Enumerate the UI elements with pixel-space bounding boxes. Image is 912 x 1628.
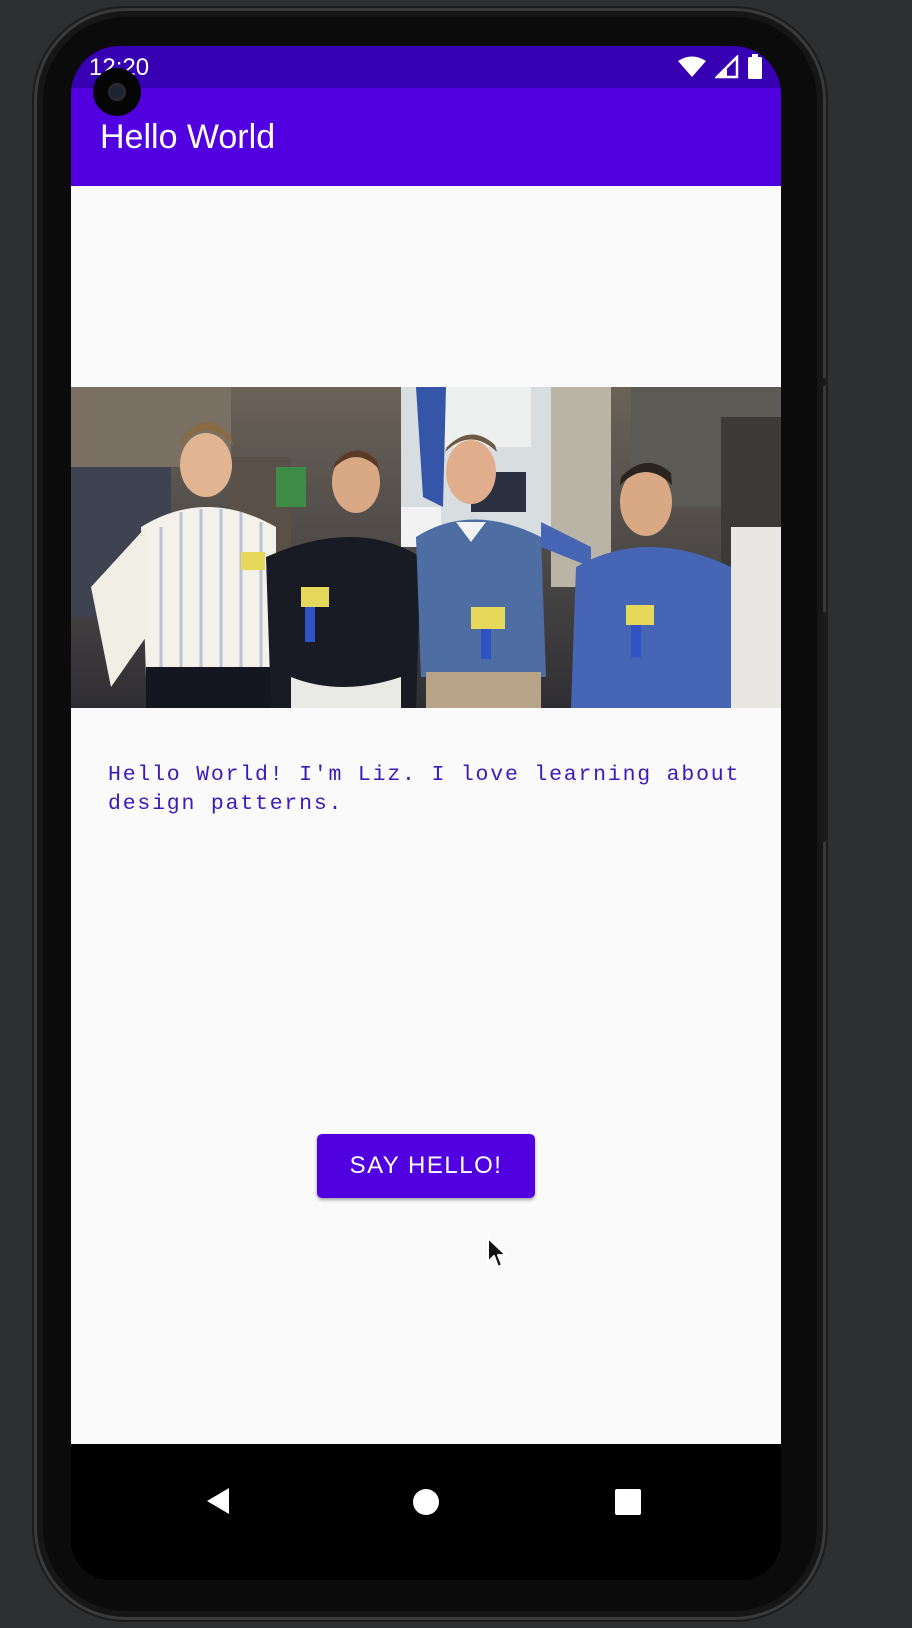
status-bar: 12:20 [71,46,781,88]
emulator-stage: 12:20 [0,0,912,1628]
power-button [820,378,826,386]
recents-icon[interactable] [614,1488,642,1521]
cell-signal-icon [713,53,739,84]
group-photo [71,387,781,708]
greeting-text: Hello World! I'm Liz. I love learning ab… [108,763,741,816]
main-content: Hello World! I'm Liz. I love learning ab… [71,186,781,1444]
wifi-icon [677,55,707,84]
camera-lens [110,85,124,99]
mouse-pointer-icon [486,1236,508,1275]
system-nav-bar [71,1444,781,1580]
front-camera [93,68,141,116]
group-photo-illustration [71,387,781,708]
battery-icon [747,54,763,85]
device-screen: 12:20 [71,46,781,1580]
app-bar: Hello World [71,88,781,186]
home-icon[interactable] [412,1488,440,1521]
say-hello-button[interactable]: SAY HELLO! [317,1134,535,1198]
app-title: Hello World [100,118,276,156]
back-icon[interactable] [205,1486,231,1521]
status-icons [677,53,763,85]
volume-rocker [820,612,826,842]
